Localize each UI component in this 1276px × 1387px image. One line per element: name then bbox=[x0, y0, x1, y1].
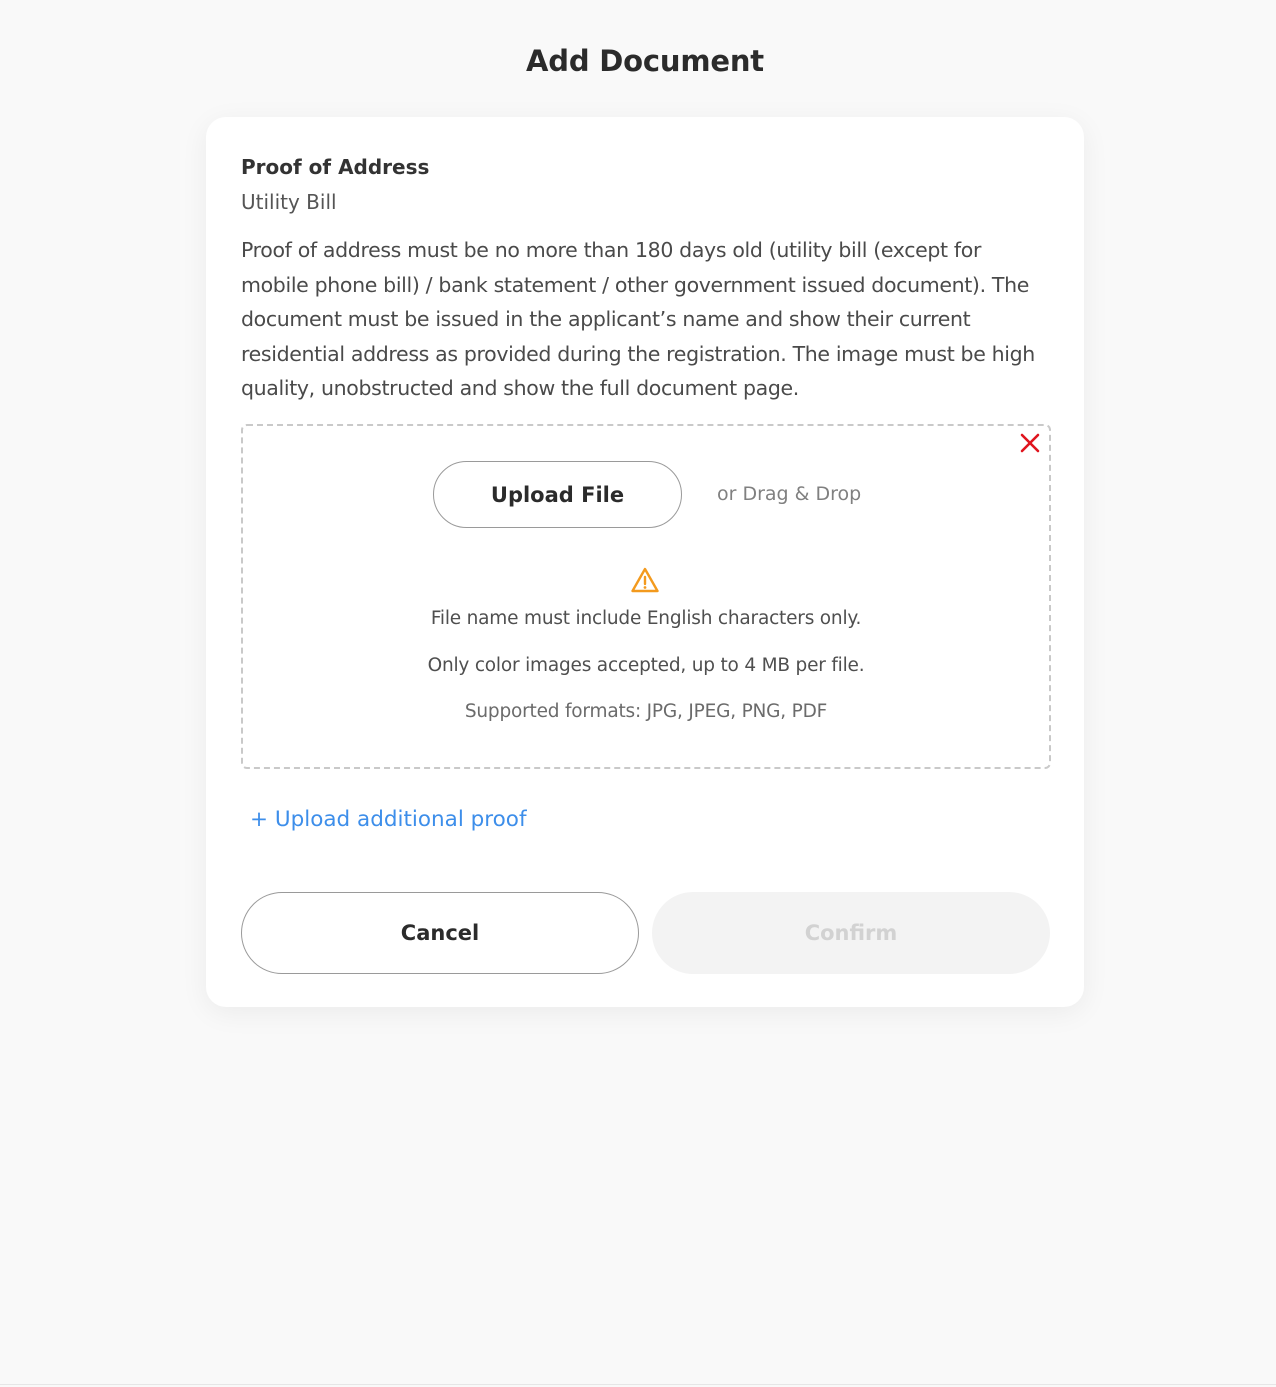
document-subtype: Utility Bill bbox=[241, 190, 337, 214]
requirement-color-size: Only color images accepted, up to 4 MB p… bbox=[427, 655, 865, 676]
upload-additional-proof-link[interactable]: + Upload additional proof bbox=[250, 807, 527, 832]
page-title: Add Document bbox=[526, 44, 764, 78]
file-dropzone[interactable]: Upload File or Drag & Drop File name mus… bbox=[241, 424, 1051, 769]
drag-drop-text: or Drag & Drop bbox=[717, 483, 862, 505]
upload-file-button[interactable]: Upload File bbox=[433, 461, 682, 528]
requirement-formats: Supported formats: JPG, JPEG, PNG, PDF bbox=[464, 701, 828, 722]
close-icon[interactable] bbox=[1019, 432, 1041, 454]
page-bottom-divider bbox=[0, 1384, 1276, 1385]
add-document-card: Proof of Address Utility Bill Proof of a… bbox=[206, 117, 1084, 1007]
requirement-filename: File name must include English character… bbox=[430, 608, 862, 629]
confirm-button[interactable]: Confirm bbox=[652, 892, 1050, 974]
cancel-button[interactable]: Cancel bbox=[241, 892, 639, 974]
document-description: Proof of address must be no more than 18… bbox=[241, 238, 1035, 401]
document-type: Proof of Address bbox=[241, 155, 430, 179]
warning-triangle-icon bbox=[631, 567, 659, 593]
